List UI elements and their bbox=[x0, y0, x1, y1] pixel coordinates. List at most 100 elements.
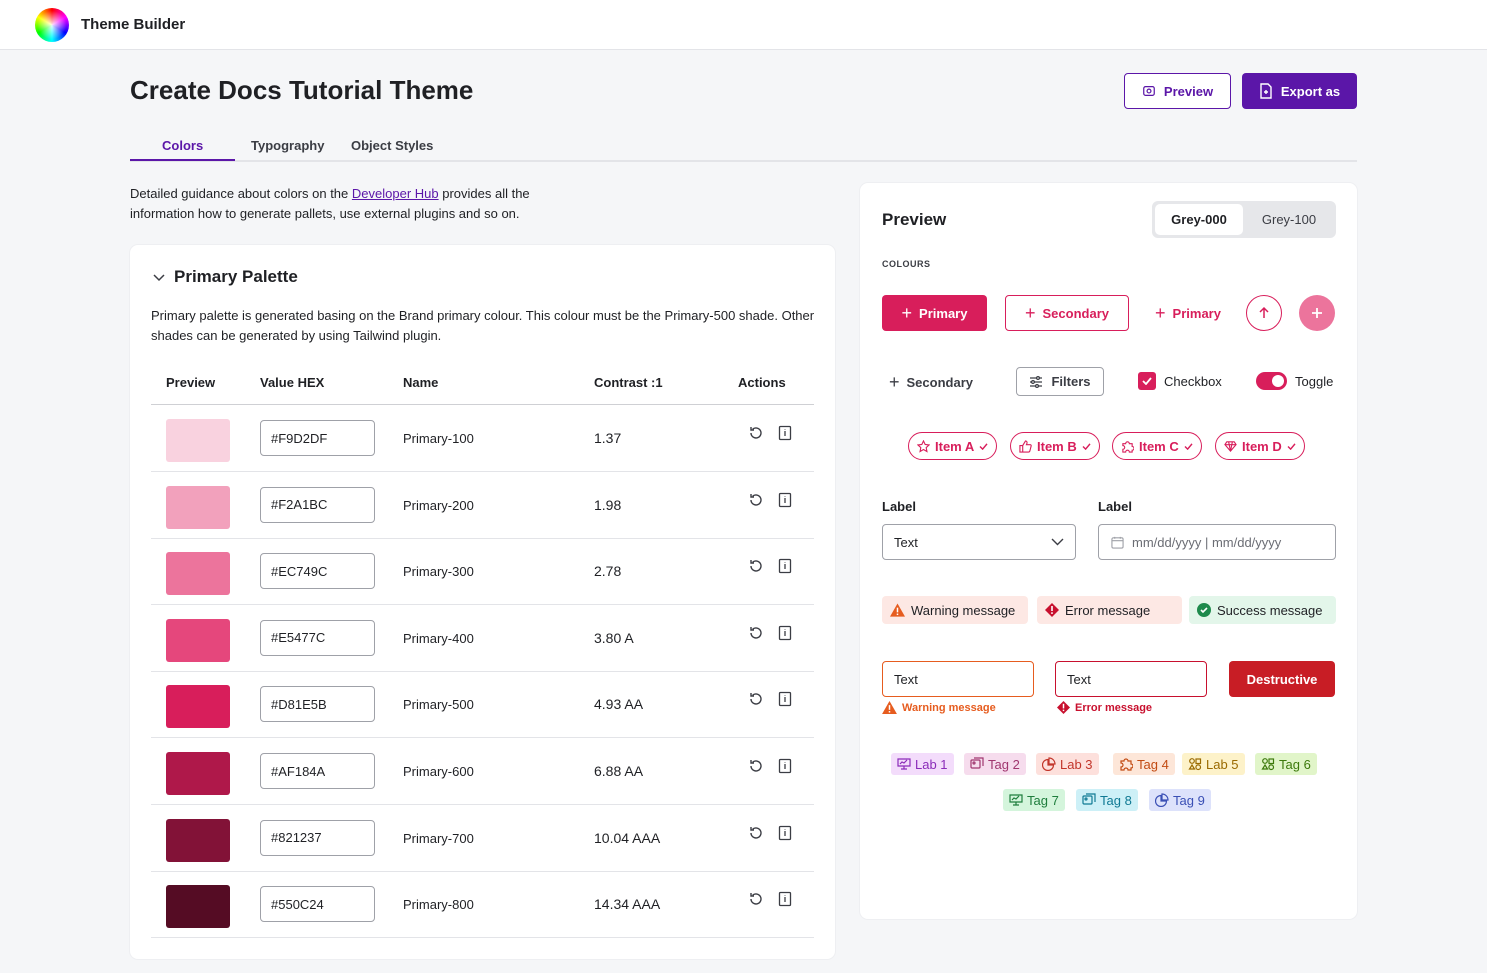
preview-button-label: Preview bbox=[1163, 83, 1214, 99]
palette-header[interactable]: Primary Palette bbox=[152, 267, 298, 287]
text-primary-button[interactable]: + Primary bbox=[1147, 295, 1229, 331]
pie-chart-icon bbox=[1155, 793, 1169, 807]
tab-typography[interactable]: Typography bbox=[251, 138, 324, 153]
info-card-icon[interactable] bbox=[777, 691, 793, 707]
error-message-text: Error message bbox=[1065, 602, 1151, 618]
hex-value-input[interactable] bbox=[260, 553, 375, 590]
column-header-hex: Value HEX bbox=[260, 375, 325, 390]
page-title: Create Docs Tutorial Theme bbox=[130, 75, 474, 105]
reset-icon[interactable] bbox=[748, 492, 764, 508]
hex-value-input[interactable] bbox=[260, 819, 375, 856]
success-message-text: Success message bbox=[1217, 602, 1323, 618]
segment-grey-000[interactable]: Grey-000 bbox=[1155, 204, 1243, 235]
check-icon bbox=[1082, 442, 1091, 450]
primary-button[interactable]: + Primary bbox=[882, 295, 987, 331]
preview-icon bbox=[1143, 86, 1155, 96]
reset-icon[interactable] bbox=[748, 891, 764, 907]
reset-icon[interactable] bbox=[748, 558, 764, 574]
text-select[interactable]: Text bbox=[882, 524, 1076, 560]
info-card-icon[interactable] bbox=[777, 758, 793, 774]
info-card-icon[interactable] bbox=[777, 625, 793, 641]
text-secondary-button[interactable]: + Secondary bbox=[889, 373, 973, 391]
arrow-up-icon bbox=[1259, 306, 1269, 318]
shade-name: Primary-800 bbox=[403, 897, 474, 913]
warning-icon bbox=[882, 701, 897, 714]
tab-object-styles[interactable]: Object Styles bbox=[351, 138, 433, 153]
reset-icon[interactable] bbox=[748, 425, 764, 441]
hex-value-input[interactable] bbox=[260, 420, 375, 456]
checkbox-checked[interactable] bbox=[1138, 372, 1156, 390]
check-icon bbox=[979, 442, 988, 450]
arrow-up-button[interactable] bbox=[1246, 295, 1282, 331]
add-fab-button[interactable] bbox=[1299, 295, 1335, 331]
table-row: Primary-200 1.98 bbox=[151, 472, 814, 539]
info-card-icon[interactable] bbox=[777, 425, 793, 441]
check-icon bbox=[1142, 377, 1152, 385]
filters-button[interactable]: Filters bbox=[1016, 367, 1104, 396]
shade-name: Primary-600 bbox=[403, 764, 474, 779]
hex-value-input[interactable] bbox=[260, 486, 375, 523]
toggle-switch-on[interactable] bbox=[1256, 372, 1287, 390]
preview-panel: Preview Grey-000 Grey-100 COLOURS + Prim… bbox=[860, 183, 1357, 919]
table-row: Primary-800 14.34 AAA bbox=[151, 871, 814, 939]
checkbox-label: Checkbox bbox=[1164, 373, 1222, 389]
preview-title: Preview bbox=[882, 210, 947, 229]
segment-grey-100[interactable]: Grey-100 bbox=[1245, 204, 1333, 235]
tag: Lab 1 bbox=[891, 753, 954, 775]
reset-icon[interactable] bbox=[748, 691, 764, 707]
tag-label: Tag 8 bbox=[1100, 792, 1132, 808]
hex-value-input[interactable] bbox=[260, 753, 375, 789]
pie-chart-icon bbox=[1042, 757, 1056, 771]
reset-icon[interactable] bbox=[748, 825, 764, 841]
table-row: Primary-500 4.93 AA bbox=[151, 671, 814, 739]
reset-icon[interactable] bbox=[748, 758, 764, 774]
tab-bar: Colors Typography Object Styles bbox=[130, 128, 1357, 162]
secondary-button[interactable]: + Secondary bbox=[1005, 295, 1129, 331]
plus-icon: + bbox=[1155, 303, 1166, 323]
contrast-ratio: 6.88 AA bbox=[594, 763, 644, 779]
date-placeholder: mm/dd/yyyy | mm/dd/yyyy bbox=[1132, 534, 1282, 550]
info-card-icon[interactable] bbox=[777, 891, 793, 907]
table-row: Primary-400 3.80 A bbox=[151, 605, 814, 672]
hex-value-input[interactable] bbox=[260, 686, 375, 723]
checkbox-control[interactable]: Checkbox bbox=[1138, 372, 1222, 390]
palette-title: Primary Palette bbox=[174, 267, 298, 286]
warning-text-input[interactable] bbox=[882, 661, 1034, 697]
reset-icon[interactable] bbox=[748, 625, 764, 641]
date-range-input[interactable]: mm/dd/yyyy | mm/dd/yyyy bbox=[1098, 524, 1336, 560]
intro-text: Detailed guidance about colors on the De… bbox=[130, 184, 560, 224]
toggle-control[interactable]: Toggle bbox=[1256, 372, 1333, 390]
column-header-actions: Actions bbox=[738, 375, 786, 390]
info-card-icon[interactable] bbox=[777, 825, 793, 841]
info-card-icon[interactable] bbox=[777, 558, 793, 574]
hex-value-input[interactable] bbox=[260, 619, 375, 656]
secondary-button-label: Secondary bbox=[1042, 305, 1109, 321]
file-export-icon bbox=[1260, 83, 1272, 99]
color-swatch bbox=[166, 618, 230, 662]
tag: Tag 6 bbox=[1255, 753, 1317, 775]
sliders-icon bbox=[1030, 375, 1043, 388]
export-button[interactable]: Export as bbox=[1242, 73, 1357, 109]
puzzle-icon bbox=[1120, 758, 1133, 771]
chip-item-a[interactable]: Item A bbox=[908, 432, 998, 460]
chip-item-d[interactable]: Item D bbox=[1215, 432, 1305, 460]
table-row: Primary-600 6.88 AA bbox=[151, 738, 814, 805]
color-swatch bbox=[166, 485, 230, 529]
preview-button[interactable]: Preview bbox=[1124, 73, 1231, 109]
developer-hub-link[interactable]: Developer Hub bbox=[352, 186, 439, 201]
color-wheel-logo bbox=[35, 8, 69, 42]
column-header-preview: Preview bbox=[166, 375, 216, 390]
puzzle-icon bbox=[1122, 440, 1134, 453]
error-text-input[interactable] bbox=[1055, 661, 1207, 697]
chip-item-b[interactable]: Item B bbox=[1010, 432, 1100, 460]
error-icon bbox=[1045, 603, 1059, 617]
destructive-button[interactable]: Destructive bbox=[1229, 661, 1335, 697]
info-card-icon[interactable] bbox=[777, 492, 793, 508]
tag-label: Tag 6 bbox=[1279, 756, 1311, 772]
tab-colors[interactable]: Colors bbox=[162, 138, 203, 153]
chip-item-c[interactable]: Item C bbox=[1112, 432, 1202, 460]
tag-label: Tag 9 bbox=[1173, 792, 1205, 808]
hex-value-input[interactable] bbox=[260, 886, 375, 923]
warning-message-text: Warning message bbox=[911, 602, 1016, 618]
text-primary-button-label: Primary bbox=[1172, 305, 1221, 321]
